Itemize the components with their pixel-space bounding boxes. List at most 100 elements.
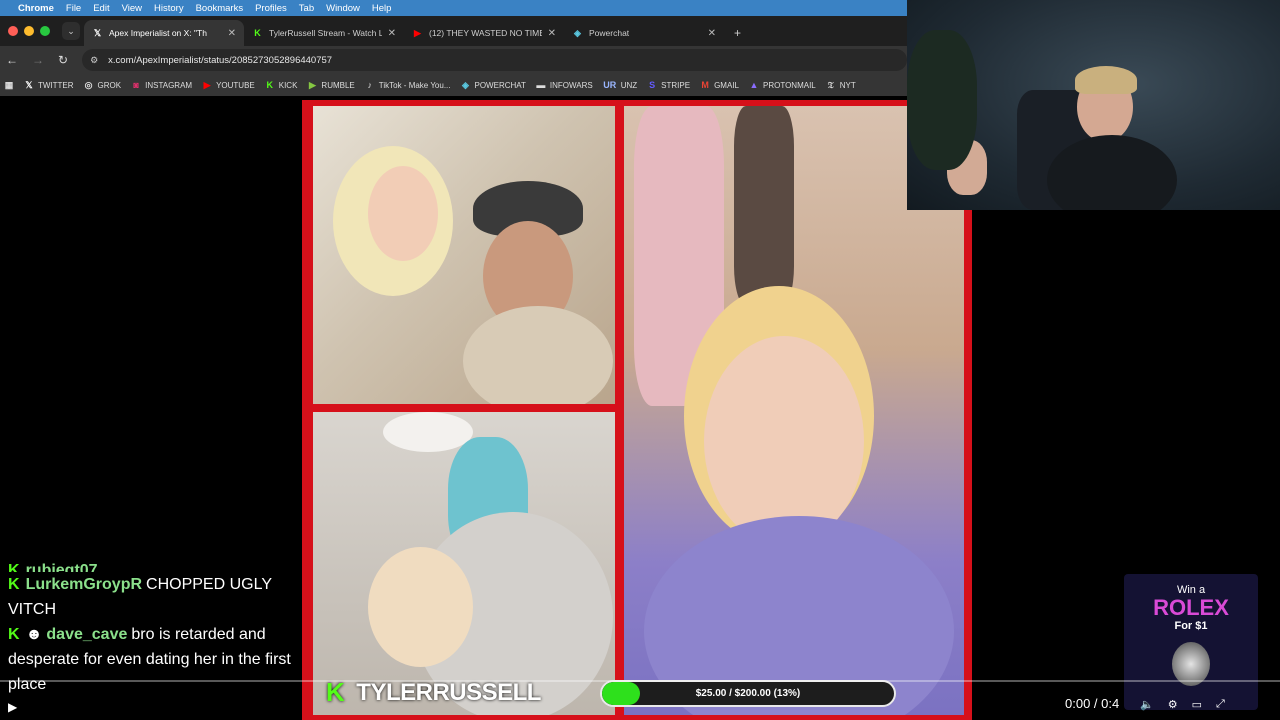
macos-menu-bar: Chrome File Edit View History Bookmarks …: [0, 0, 907, 16]
tab-apex-imperialist[interactable]: 𝕏 Apex Imperialist on X: "Th ✕: [84, 20, 244, 46]
apps-grid-icon[interactable]: ▦: [4, 80, 14, 91]
bookmark-grok[interactable]: ◎ GROK: [84, 80, 122, 91]
stripe-logo-icon: S: [649, 80, 656, 90]
close-tab-icon[interactable]: ✕: [708, 28, 716, 39]
close-tab-icon[interactable]: ✕: [388, 28, 396, 39]
donation-goal-bar: $25.00 / $200.00 (13%): [600, 680, 896, 707]
minimize-window-button[interactable]: [24, 26, 34, 36]
instagram-logo-icon: ◙: [133, 80, 139, 90]
youtube-logo-icon: ▶: [414, 27, 421, 38]
video-progress-bar[interactable]: [0, 680, 1280, 682]
chat-username: LurkemGroypR: [25, 576, 143, 593]
ad-line-3: For $1: [1174, 620, 1208, 632]
kick-badge-icon: K: [8, 576, 20, 593]
bookmark-infowars[interactable]: ▬ INFOWARS: [536, 80, 592, 90]
streamer-webcam: [907, 0, 1280, 210]
menu-history[interactable]: History: [154, 3, 184, 14]
close-tab-icon[interactable]: ✕: [548, 28, 556, 39]
tab-title: Apex Imperialist on X: "Th: [109, 28, 207, 38]
bookmark-kick[interactable]: K KICK: [265, 80, 298, 90]
rumble-logo-icon: ▶: [308, 79, 316, 90]
site-info-icon[interactable]: ⚙: [90, 55, 98, 66]
subscriber-badge-icon: ☻: [25, 626, 43, 643]
bookmark-gmail[interactable]: M GMAIL: [700, 80, 739, 90]
play-icon[interactable]: ▶: [8, 700, 17, 714]
address-toolbar: ← → ↻ ⚙ x.com/ApexImperialist/status/208…: [0, 46, 907, 74]
reload-icon[interactable]: ↻: [58, 53, 68, 67]
bookmark-unz[interactable]: UR UNZ: [603, 80, 637, 90]
menu-profiles[interactable]: Profiles: [255, 3, 287, 14]
stream-video-frame[interactable]: [302, 100, 972, 720]
fullscreen-icon[interactable]: ⤢: [1216, 698, 1225, 711]
volume-icon[interactable]: 🔈: [1140, 698, 1154, 711]
bookmark-powerchat[interactable]: ◈ POWERCHAT: [461, 80, 526, 91]
protonmail-logo-icon: ▲: [749, 80, 759, 90]
url-text: x.com/ApexImperialist/status/20852730528…: [108, 54, 333, 66]
youtube-logo-icon: ▶: [203, 79, 211, 90]
back-arrow-icon[interactable]: ←: [6, 53, 18, 67]
player-controls: 🔈 ⚙ ▭ ⤢: [1140, 698, 1225, 711]
chat-message: Krubiegt07: [8, 558, 300, 572]
tab-title: TylerRussell Stream - Watch L: [269, 28, 382, 38]
menu-tab[interactable]: Tab: [299, 3, 314, 14]
powerchat-logo-icon: ◈: [574, 27, 581, 38]
gmail-logo-icon: M: [701, 80, 709, 90]
x-logo-icon: 𝕏: [93, 27, 102, 38]
chat-username: dave_cave: [46, 626, 128, 643]
new-tab-icon[interactable]: +: [724, 20, 751, 46]
kick-logo-icon: K: [254, 28, 261, 38]
pip-icon[interactable]: ▭: [1192, 698, 1202, 711]
chat-overlay: Krubiegt07 K LurkemGroypR CHOPPED UGLY VIT…: [8, 558, 300, 697]
chat-message: K LurkemGroypR CHOPPED UGLY VITCH: [8, 572, 300, 622]
infowars-logo-icon: ▬: [536, 80, 546, 90]
forward-arrow-icon[interactable]: →: [32, 53, 44, 67]
bookmark-youtube[interactable]: ▶ YOUTUBE: [202, 80, 255, 91]
menu-help[interactable]: Help: [372, 3, 392, 14]
menu-window[interactable]: Window: [326, 3, 360, 14]
tab-title: (12) THEY WASTED NO TIME: [429, 28, 542, 38]
video-panel-mask: [313, 412, 615, 715]
bookmark-stripe[interactable]: S STRIPE: [647, 80, 690, 90]
powerchat-logo-icon: ◈: [462, 79, 469, 90]
chat-message: K ☻ dave_cave bro is retarded and desperate…: [8, 622, 300, 697]
goal-text: $25.00 / $200.00 (13%): [695, 688, 801, 699]
menu-chrome[interactable]: Chrome: [18, 3, 54, 14]
chat-username: rubiegt07: [25, 562, 98, 572]
nyt-logo-icon: 𝔗: [827, 79, 834, 90]
tab-title: Powerchat: [589, 28, 630, 38]
browser-tab-strip: ⌄ 𝕏 Apex Imperialist on X: "Th ✕ K Tyler…: [0, 16, 907, 46]
close-tab-icon[interactable]: ✕: [228, 28, 236, 39]
bookmark-rumble[interactable]: ▶ RUMBLE: [307, 79, 355, 91]
kick-logo-icon: K: [266, 80, 274, 90]
x-logo-icon: 𝕏: [25, 79, 33, 90]
bookmark-twitter[interactable]: 𝕏 TWITTER: [24, 79, 73, 91]
video-timecode: 0:00 / 0:4: [1065, 696, 1120, 711]
menu-file[interactable]: File: [66, 3, 81, 14]
tab-youtube-video[interactable]: ▶ (12) THEY WASTED NO TIME ✕: [404, 20, 564, 46]
rolex-giveaway-ad[interactable]: Win a ROLEX For $1: [1124, 574, 1258, 710]
zoom-window-button[interactable]: [40, 26, 50, 36]
bookmark-instagram[interactable]: ◙ INSTAGRAM: [131, 80, 192, 90]
bookmark-nyt[interactable]: 𝔗 NYT: [826, 80, 856, 91]
kick-badge-icon: K: [8, 562, 20, 572]
kick-badge-icon: K: [8, 626, 20, 643]
bookmarks-bar: ▦ 𝕏 TWITTER ◎ GROK ◙ INSTAGRAM ▶ YOUTUBE K KI…: [0, 74, 907, 96]
grok-logo-icon: ◎: [84, 79, 93, 90]
video-panel-couple: [313, 106, 615, 404]
menu-bookmarks[interactable]: Bookmarks: [196, 3, 244, 14]
window-controls: [0, 16, 58, 46]
bookmark-tiktok[interactable]: ♪ TikTok - Make You...: [365, 80, 451, 90]
streamer-name: TYLERRUSSELL: [356, 678, 541, 706]
url-field[interactable]: ⚙ x.com/ApexImperialist/status/208527305…: [82, 49, 907, 71]
bookmark-protonmail[interactable]: ▲ PROTONMAIL: [749, 80, 816, 90]
tab-search-dropdown-icon[interactable]: ⌄: [62, 22, 80, 40]
close-window-button[interactable]: [8, 26, 18, 36]
tiktok-logo-icon: ♪: [367, 80, 373, 90]
unz-logo-icon: UR: [603, 80, 617, 90]
menu-view[interactable]: View: [122, 3, 142, 14]
tab-powerchat[interactable]: ◈ Powerchat ✕: [564, 20, 724, 46]
settings-icon[interactable]: ⚙: [1168, 698, 1178, 711]
tab-tylerrussell-stream[interactable]: K TylerRussell Stream - Watch L ✕: [244, 20, 404, 46]
ad-brand: ROLEX: [1153, 595, 1229, 620]
menu-edit[interactable]: Edit: [93, 3, 109, 14]
